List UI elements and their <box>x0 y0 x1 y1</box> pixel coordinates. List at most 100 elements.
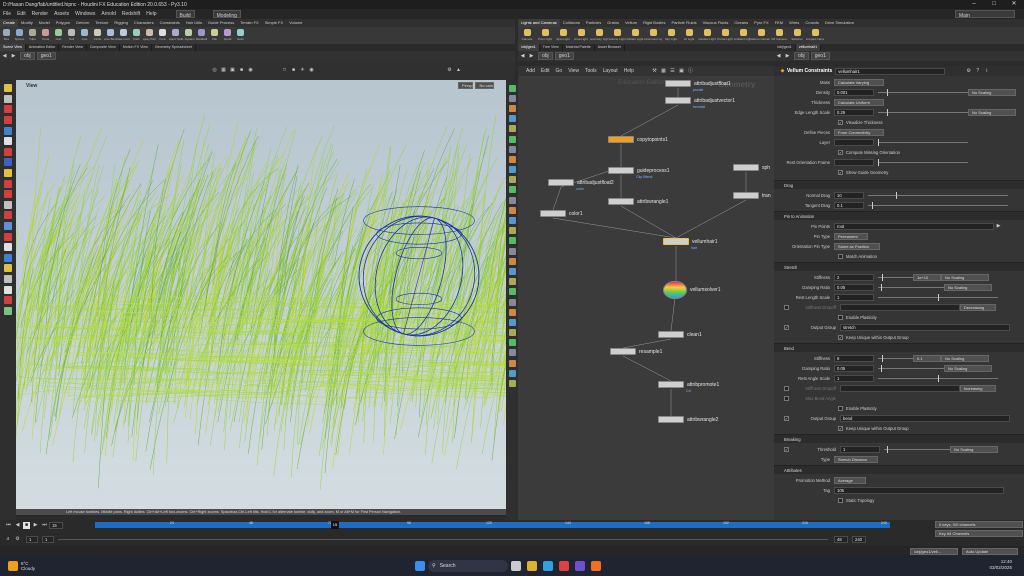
stop-icon[interactable]: ■ <box>23 521 30 529</box>
tool-tube[interactable]: Tube <box>26 27 39 44</box>
node-box[interactable] <box>548 179 574 186</box>
param-slider[interactable] <box>884 446 950 453</box>
display-option-icon[interactable] <box>508 166 516 174</box>
shelf-tab-right-5[interactable]: Rigid Bodies <box>640 19 668 27</box>
tool-metaball[interactable]: Metaball <box>195 27 208 44</box>
node-name-field[interactable]: vellumhair1 <box>835 67 946 75</box>
threshold-field[interactable]: 1 <box>840 446 880 453</box>
tool-strip-icon[interactable] <box>4 105 12 114</box>
display-option-icon[interactable] <box>508 237 516 245</box>
shelf-tab-right-6[interactable]: Particle Fluids <box>669 19 700 27</box>
checkbox[interactable]: ✓ <box>784 325 789 330</box>
network-menu-edit[interactable]: Edit <box>541 68 550 74</box>
param-slider[interactable] <box>878 89 968 96</box>
display-option-icon[interactable] <box>508 84 516 92</box>
close-icon[interactable]: ✕ <box>1004 0 1024 9</box>
node-box[interactable] <box>665 97 691 104</box>
display-icon[interactable]: ▣ <box>229 67 236 74</box>
tool-box[interactable]: Box <box>0 27 13 44</box>
param-slider[interactable] <box>868 192 1008 199</box>
display-option-icon[interactable] <box>508 257 516 265</box>
tool-torus[interactable]: Torus <box>39 27 52 44</box>
tool-switcher[interactable]: Switcher <box>788 27 806 44</box>
bend-group-field[interactable]: bend <box>840 415 1010 422</box>
weather-icon[interactable] <box>8 561 18 571</box>
shelf-tab-right-7[interactable]: Viscous Fluids <box>700 19 732 27</box>
app-icon-2[interactable] <box>575 561 586 571</box>
tool-grid[interactable]: Grid <box>52 27 65 44</box>
jump-end-icon[interactable]: ⏭ <box>41 522 48 529</box>
node-resample1[interactable]: resample1 <box>610 348 662 355</box>
network-tab-2[interactable]: Material Palette <box>563 44 595 51</box>
network-editor[interactable]: Education Edition Geometry attribadjustf… <box>518 76 774 520</box>
settings-icon[interactable]: ⚙ <box>14 536 21 543</box>
shelf-tab-right-0[interactable]: Lights and Cameras <box>518 19 560 27</box>
start-icon[interactable] <box>415 561 426 571</box>
param-8-field[interactable] <box>834 159 874 166</box>
tool-environment-light[interactable]: Environment Light <box>644 27 662 44</box>
shelf-tab-right-11[interactable]: Wires <box>786 19 802 27</box>
tool-platonic-solids[interactable]: Platonic Solids <box>169 27 182 44</box>
param-tab-0[interactable]: /obj/geo1 <box>774 44 796 51</box>
display-option-icon[interactable] <box>508 176 516 184</box>
breaking-section[interactable]: Breaking <box>774 434 1024 443</box>
tool-font[interactable]: Font <box>156 27 169 44</box>
shelf-tab-1[interactable]: Modify <box>18 19 36 27</box>
param-6-field[interactable] <box>834 139 874 146</box>
tool-strip-icon[interactable] <box>4 116 12 125</box>
forward-icon[interactable]: ▶ <box>10 53 17 60</box>
node-box[interactable] <box>658 416 684 423</box>
tool-strip-icon[interactable] <box>4 211 12 220</box>
checkbox[interactable]: ✓ <box>784 416 789 421</box>
stretch-stiffness-field[interactable]: 2 <box>834 274 874 281</box>
network-menu-layout[interactable]: Layout <box>603 68 618 74</box>
tool-strip-icon[interactable] <box>4 296 12 305</box>
display-option-icon[interactable] <box>508 227 516 235</box>
tool-camera[interactable]: Camera <box>518 27 536 44</box>
display-option-icon[interactable] <box>508 278 516 286</box>
tool-strip-icon[interactable] <box>4 126 12 135</box>
path-obj[interactable]: obj <box>20 52 35 60</box>
node-clean1[interactable]: clean1 <box>658 331 702 338</box>
shelf-tab-7[interactable]: Characters <box>131 19 157 27</box>
tool-ambient-light[interactable]: Ambient Light <box>734 27 752 44</box>
shelf-tab-9[interactable]: Hair Utils <box>183 19 205 27</box>
shelf-tab-0[interactable]: Create <box>0 19 19 27</box>
param-slider[interactable] <box>878 375 998 382</box>
checkbox[interactable]: ✓ <box>838 170 843 175</box>
tool-strip-icon[interactable] <box>4 200 12 209</box>
display-option-icon[interactable] <box>508 339 516 347</box>
node-vellumhair1[interactable]: vellumhair1 hair <box>663 238 718 250</box>
shaded-icon[interactable]: ■ <box>290 67 297 74</box>
pin-type-menu[interactable]: Permanent <box>834 233 868 240</box>
bend-stiffness-field[interactable]: 8 <box>834 355 874 362</box>
attributes-section[interactable]: Attributes <box>774 465 1024 474</box>
path-obj[interactable]: obj <box>794 52 809 60</box>
display-option-icon[interactable] <box>508 206 516 214</box>
shelf-tab-11[interactable]: Terrain FX <box>237 19 261 27</box>
tool-strip-icon[interactable] <box>4 84 12 93</box>
node-box[interactable] <box>733 164 759 171</box>
tool-line[interactable]: Line <box>78 27 91 44</box>
display-option-icon[interactable] <box>508 308 516 316</box>
node-attribadjustfloat1[interactable]: attribadjustfloat1 pscale <box>665 80 731 92</box>
tool-gi-light[interactable]: GI Light <box>680 27 698 44</box>
param-0-menu[interactable]: Calculate Varying <box>834 79 884 86</box>
param-slider[interactable] <box>878 284 944 291</box>
stretch-damping-field[interactable]: 0.05 <box>834 284 874 291</box>
persp-menu[interactable]: Persp <box>458 82 474 89</box>
node-box[interactable] <box>663 238 689 245</box>
network-menu-view[interactable]: View <box>568 68 579 74</box>
shelf-tab-2[interactable]: Model <box>36 19 53 27</box>
checkbox[interactable]: ✓ <box>784 447 789 452</box>
network-menu-add[interactable]: Add <box>526 68 535 74</box>
tool-caustic-light[interactable]: Caustic Light <box>698 27 716 44</box>
param-slider[interactable] <box>878 109 968 116</box>
panel-tab-0[interactable]: Scene View <box>0 44 26 51</box>
checkbox[interactable]: ✓ <box>838 426 843 431</box>
path-geo[interactable]: geo1 <box>36 52 56 60</box>
node-attribadjustfloat2[interactable]: attribadjustfloat2 color <box>548 179 614 191</box>
display-option-icon[interactable] <box>508 247 516 255</box>
path-geo[interactable]: geo1 <box>554 52 574 60</box>
taskbar-search[interactable]: ⚲ Search <box>428 560 509 572</box>
